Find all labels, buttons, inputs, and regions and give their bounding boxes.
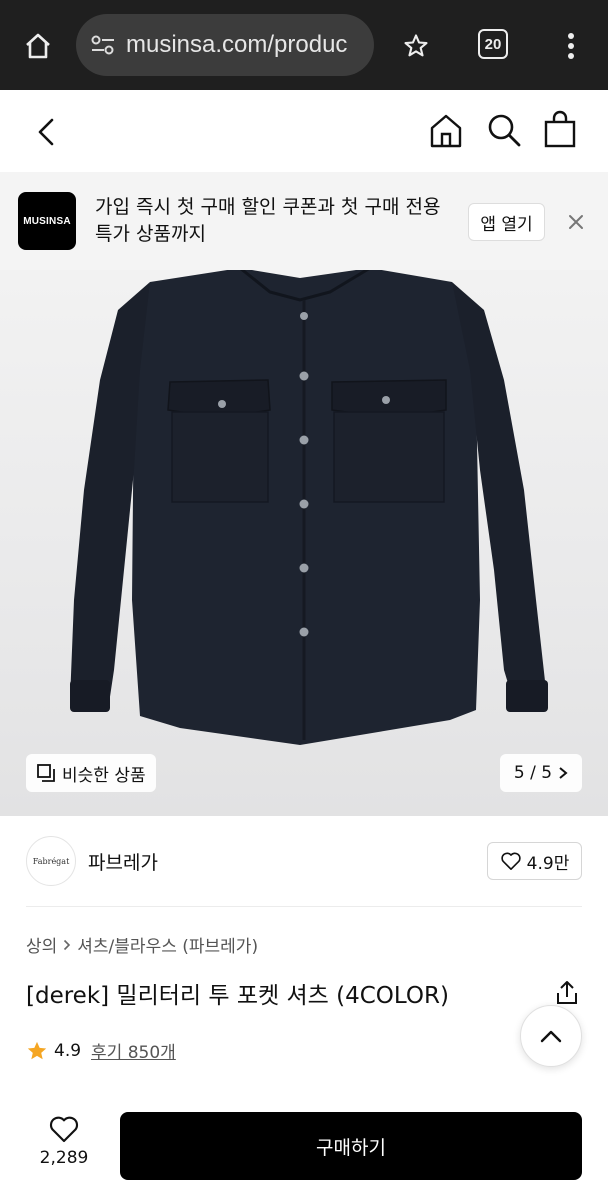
musinsa-logo: MUSINSA bbox=[18, 192, 76, 250]
review-count-link[interactable]: 후기 850개 bbox=[91, 1038, 176, 1063]
search-icon[interactable] bbox=[484, 110, 524, 150]
brand-logo[interactable]: Fabrégat bbox=[26, 836, 76, 886]
brand-name[interactable]: 파브레가 bbox=[88, 848, 158, 875]
bottom-action-bar: 2,289 구매하기 bbox=[0, 1100, 608, 1200]
product-shirt-image bbox=[70, 270, 548, 745]
share-icon[interactable] bbox=[552, 978, 582, 1008]
image-pager-label: 5 / 5 bbox=[513, 763, 553, 783]
back-arrow-icon[interactable] bbox=[28, 112, 64, 152]
heart-icon bbox=[500, 852, 521, 870]
shopping-bag-icon[interactable] bbox=[540, 108, 580, 150]
home-icon[interactable] bbox=[426, 110, 466, 150]
scroll-to-top-button[interactable] bbox=[520, 1005, 582, 1067]
bookmark-star-icon[interactable] bbox=[396, 26, 436, 66]
chevron-up-icon bbox=[540, 1030, 562, 1043]
buy-button[interactable]: 구매하기 bbox=[120, 1112, 582, 1180]
divider bbox=[26, 906, 582, 907]
open-app-button[interactable]: 앱 열기 bbox=[468, 203, 545, 241]
brand-like-button[interactable]: 4.9만 bbox=[487, 842, 582, 880]
breadcrumb-subcategory[interactable]: 셔츠/블라우스 (파브레가) bbox=[77, 932, 258, 957]
star-icon bbox=[27, 1041, 47, 1059]
wishlist-button[interactable]: 2,289 bbox=[30, 1114, 98, 1168]
product-rating: 4.9 후기 850개 bbox=[26, 1038, 176, 1063]
product-title: [derek] 밀리터리 투 포켓 셔츠 (4COLOR) bbox=[26, 983, 449, 1009]
address-bar[interactable]: musinsa.com/produc bbox=[76, 14, 374, 76]
similar-products-button[interactable]: 비슷한 상품 bbox=[26, 754, 156, 792]
similar-items-icon bbox=[37, 764, 55, 782]
browser-home-icon[interactable] bbox=[18, 26, 58, 66]
site-settings-icon[interactable] bbox=[88, 30, 118, 60]
brand-like-count: 4.9만 bbox=[526, 853, 570, 874]
image-pager-button[interactable]: 5 / 5 bbox=[500, 754, 582, 792]
product-image-gallery[interactable]: 비슷한 상품 5 / 5 bbox=[0, 270, 608, 816]
brand-row: Fabrégat 파브레가 4.9만 bbox=[0, 816, 608, 906]
url-text: musinsa.com/produc bbox=[126, 31, 348, 58]
promo-message: 가입 즉시 첫 구매 할인 쿠폰과 첫 구매 전용 특가 상품까지 bbox=[95, 196, 441, 245]
breadcrumb-category[interactable]: 상의 bbox=[26, 932, 57, 957]
rating-value: 4.9 bbox=[54, 1040, 82, 1061]
wishlist-count: 2,289 bbox=[39, 1148, 89, 1168]
chevron-right-icon bbox=[64, 939, 71, 950]
similar-products-label: 비슷한 상품 bbox=[62, 765, 146, 786]
browser-menu-icon[interactable] bbox=[556, 26, 586, 66]
breadcrumb: 상의 셔츠/블라우스 (파브레가) bbox=[26, 932, 258, 957]
heart-icon bbox=[49, 1116, 79, 1143]
close-icon[interactable] bbox=[564, 210, 588, 234]
browser-toolbar: musinsa.com/produc 20 bbox=[0, 0, 608, 90]
chevron-right-icon bbox=[559, 767, 568, 779]
app-install-banner: MUSINSA 가입 즉시 첫 구매 할인 쿠폰과 첫 구매 전용 특가 상품까… bbox=[0, 172, 608, 270]
tab-switcher-button[interactable]: 20 bbox=[478, 29, 508, 59]
app-header bbox=[0, 90, 608, 172]
